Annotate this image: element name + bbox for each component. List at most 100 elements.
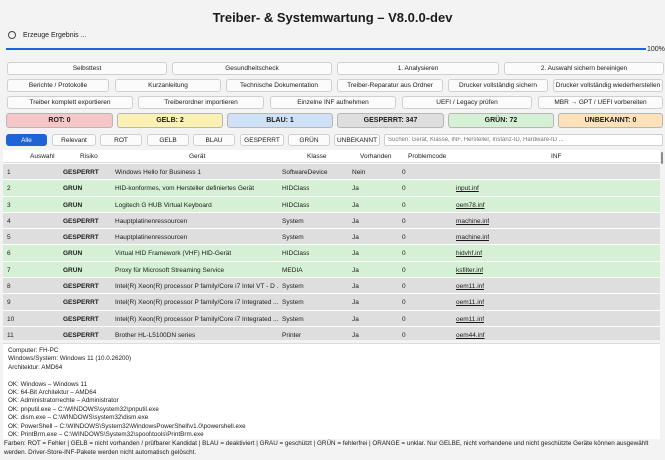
row-number: 5 [7, 234, 11, 242]
problemcode-cell: 0 [402, 185, 406, 193]
problemcode-cell: 0 [402, 217, 406, 225]
gesundheitscheck-button[interactable]: Gesundheitscheck [172, 62, 332, 75]
problemcode-cell: 0 [402, 299, 406, 307]
row-number: 1 [7, 169, 11, 176]
table-row[interactable]: 5 GESPERRT Hauptplatinenressourcen System Ja… [3, 229, 660, 246]
present-cell: Ja [352, 315, 359, 323]
device-cell: Hauptplatinenressourcen [115, 234, 188, 242]
device-cell: Windows Hello for Business 1 [115, 169, 201, 176]
log-line: Windows/System: Windows 11 (10.0.26200) [8, 355, 132, 363]
present-cell: Ja [352, 250, 359, 258]
class-cell: System [282, 299, 304, 307]
inf-cell[interactable]: machine.inf [456, 234, 489, 241]
technische-dokumentation-button[interactable]: Technische Dokumentation [226, 79, 332, 92]
treiberordner-importieren-button[interactable]: Treiberordner importieren [138, 96, 264, 109]
kurzanleitung-button[interactable]: Kurzanleitung [115, 79, 221, 92]
inf-cell[interactable]: oem11.inf [456, 299, 484, 306]
problemcode-cell: 0 [402, 266, 406, 274]
auswahl-sichern-bereinigen-button[interactable]: 2. Auswahl sichern bereinigen [504, 62, 664, 75]
inf-cell[interactable]: oem11.inf [456, 316, 484, 323]
table-row[interactable]: 10 GESPERRT Intel(R) Xeon(R) processor P f… [3, 310, 660, 327]
column-geraet[interactable]: Gerät [189, 153, 205, 160]
column-klasse[interactable]: Klasse [307, 153, 327, 160]
risk-cell: GRÜN [63, 201, 83, 209]
page-title: Treiber- & Systemwartung – V8.0.0-dev [212, 10, 453, 25]
treiber-exportieren-button[interactable]: Treiber komplett exportieren [7, 96, 133, 109]
inf-cell[interactable]: oem44.inf [456, 332, 485, 339]
summary-gruen: GRÜN: 72 [448, 113, 554, 128]
uefi-legacy-button[interactable]: UEFI / Legacy prüfen [402, 96, 532, 109]
present-cell: Ja [352, 217, 359, 225]
treiber-reparatur-button[interactable]: Treiber-Reparatur aus Ordner [337, 79, 443, 92]
table-row[interactable]: 4 GESPERRT Hauptplatinenressourcen System Ja… [3, 212, 660, 230]
table-row[interactable]: 7 GRÜN Proxy für Microsoft Streaming Servi… [3, 261, 660, 279]
inf-cell[interactable]: oem11.inf [456, 283, 484, 290]
filter-gesperrt[interactable]: GESPERRT [240, 134, 284, 146]
table-row[interactable]: 1 GESPERRT Windows Hello for Business 1 Sof… [3, 164, 660, 181]
present-cell: Ja [352, 299, 359, 307]
risk-cell: GESPERRT [63, 169, 99, 176]
table-row[interactable]: 11 GESPERRT Brother HL-L5100DN series Print… [3, 326, 660, 340]
selbsttest-button[interactable]: Selbsttest [7, 62, 167, 75]
class-cell: HIDClass [282, 185, 310, 193]
inf-cell[interactable]: hidvhf.inf [456, 250, 482, 257]
berichte-protokolle-button[interactable]: Berichte / Protokolle [7, 79, 109, 92]
table-row[interactable]: 2 GRÜN HID-konformes, vom Hersteller defin… [3, 180, 660, 197]
row-number: 2 [7, 185, 11, 193]
column-problemcode[interactable]: Problemcode [408, 153, 446, 160]
table-row[interactable]: 3 GRÜN Logitech G HUB Virtual Keyboard HIDC… [3, 196, 660, 213]
einzelne-inf-button[interactable]: Einzelne INF aufnehmen [270, 96, 396, 109]
mbr-gpt-button[interactable]: MBR → GPT / UEFI vorbereiten [538, 96, 663, 109]
color-legend: Farben: ROT = Fehler | GELB = nicht vorh… [4, 440, 649, 456]
log-line: Architektur: AMD64 [8, 363, 63, 371]
table-scrollbar[interactable] [661, 152, 663, 164]
present-cell: Nein [352, 169, 366, 176]
column-risiko[interactable]: Risiko [80, 153, 98, 160]
risk-cell: GRÜN [63, 266, 83, 274]
device-cell: Intel(R) Xeon(R) processor P family/Core… [115, 283, 278, 291]
row-number: 10 [7, 315, 15, 323]
device-cell: Intel(R) Xeon(R) processor P family/Core… [115, 299, 278, 307]
class-cell: Printer [282, 331, 302, 339]
filter-gruen[interactable]: GRÜN [288, 134, 330, 146]
class-cell: System [282, 315, 304, 323]
class-cell: HIDClass [282, 201, 310, 209]
search-input[interactable] [384, 134, 663, 146]
column-vorhanden[interactable]: Vorhanden [360, 153, 391, 160]
table-row[interactable]: 6 GRÜN Virtual HID Framework (VHF) HID-Ger… [3, 245, 660, 262]
filter-blau[interactable]: BLAU [193, 134, 235, 146]
class-cell: SoftwareDevice [282, 169, 328, 176]
table-row[interactable]: 8 GESPERRT Intel(R) Xeon(R) processor P fa… [3, 278, 660, 295]
row-number: 9 [7, 299, 11, 307]
table-row[interactable]: 9 GESPERRT Intel(R) Xeon(R) processor P fa… [3, 294, 660, 311]
log-line: Computer: FH-PC [8, 347, 59, 354]
class-cell: System [282, 217, 304, 225]
inf-cell[interactable]: machine.inf [456, 218, 489, 225]
log-line: OK: dism.exe – C:\WINDOWS\system32\dism.… [8, 414, 149, 422]
filter-rot[interactable]: ROT [100, 134, 142, 146]
row-number: 8 [7, 283, 11, 291]
risk-cell: GESPERRT [63, 234, 99, 242]
present-cell: Ja [352, 283, 359, 291]
inf-cell[interactable]: ksfilter.inf [456, 267, 483, 274]
inf-cell[interactable]: input.inf [456, 185, 479, 192]
filter-gelb[interactable]: GELB [147, 134, 189, 146]
class-cell: MEDIA [282, 266, 303, 274]
inf-cell[interactable]: oem78.inf [456, 202, 485, 209]
column-inf[interactable]: INF [551, 153, 561, 160]
filter-alle[interactable]: Alle [6, 134, 47, 146]
filter-unbekannt[interactable]: UNBEKANNT [334, 134, 380, 146]
analysieren-button[interactable]: 1. Analysieren [337, 62, 499, 75]
app-window: Treiber- & Systemwartung – V8.0.0-dev Er… [0, 0, 665, 460]
class-cell: System [282, 283, 304, 291]
filter-relevant[interactable]: Relevant [52, 134, 96, 146]
device-table: Auswahl Risiko Gerät Klasse Vorhanden Pr… [3, 150, 660, 340]
problemcode-cell: 0 [402, 169, 406, 176]
drucker-sichern-button[interactable]: Drucker vollständig sichern [448, 79, 548, 92]
present-cell: Ja [352, 331, 359, 339]
drucker-wiederherstellen-button[interactable]: Drucker vollständig wiederherstellen [553, 79, 663, 92]
log-line: OK: Administratorrechte – Administrator [8, 397, 119, 405]
column-auswahl[interactable]: Auswahl [30, 153, 55, 160]
risk-cell: GESPERRT [63, 315, 99, 323]
present-cell: Ja [352, 201, 359, 209]
